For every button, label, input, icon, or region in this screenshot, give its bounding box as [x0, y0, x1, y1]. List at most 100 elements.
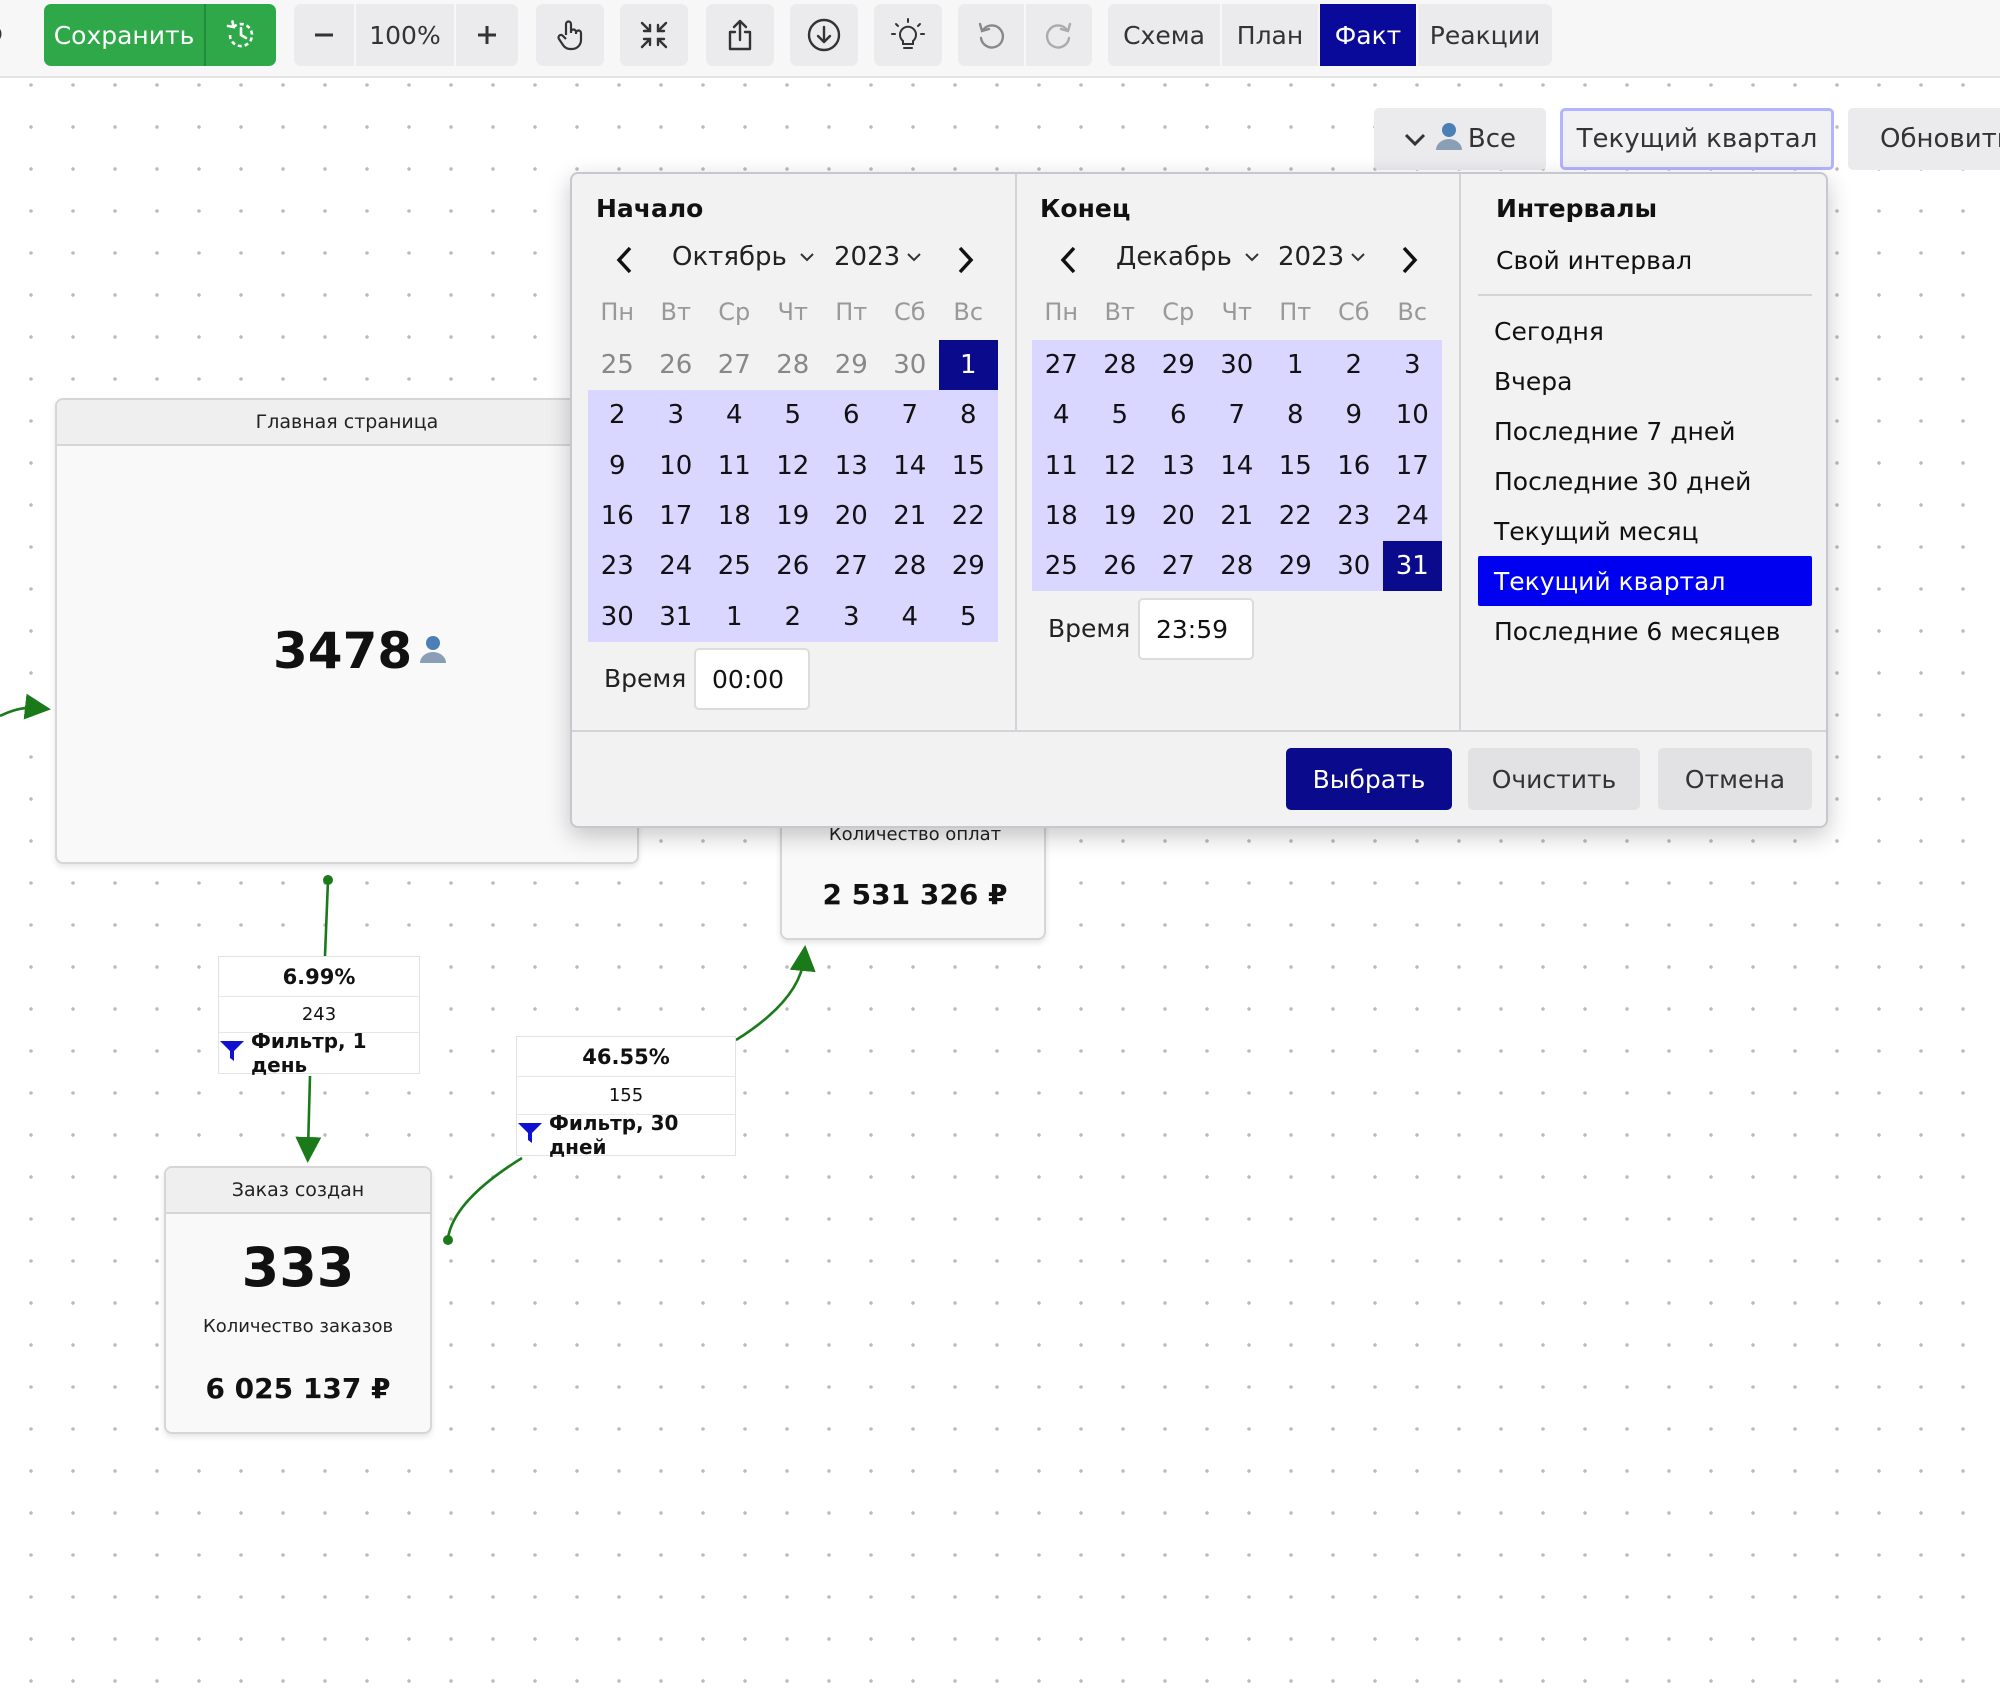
calendar-day[interactable]: 24 [646, 541, 705, 592]
interval-option[interactable]: Последние 6 месяцев [1478, 606, 1812, 656]
interval-option[interactable]: Последние 30 дней [1478, 456, 1812, 506]
calendar-day[interactable]: 12 [763, 440, 822, 491]
calendar-day[interactable]: 15 [939, 440, 998, 491]
end-time-input[interactable]: 23:59 [1138, 598, 1254, 660]
calendar-day[interactable]: 27 [1149, 541, 1208, 592]
calendar-day[interactable]: 26 [647, 340, 706, 390]
calendar-day[interactable]: 4 [1032, 390, 1091, 441]
calendar-day[interactable]: 29 [822, 340, 881, 390]
calendar-day[interactable]: 7 [1207, 390, 1266, 441]
start-month-select[interactable]: Октябрь [672, 242, 815, 272]
calendar-day[interactable]: 27 [1032, 340, 1091, 391]
interval-option[interactable]: Текущий квартал [1478, 556, 1812, 606]
calendar-day[interactable]: 5 [763, 390, 822, 441]
calendar-day[interactable]: 26 [1090, 541, 1149, 592]
calendar-day[interactable]: 16 [1324, 440, 1383, 491]
calendar-day[interactable]: 25 [588, 340, 647, 390]
calendar-day[interactable]: 10 [1383, 390, 1442, 441]
node-order-created[interactable]: Заказ создан 333 Количество заказов 6 02… [164, 1166, 432, 1434]
calendar-day[interactable]: 1 [705, 591, 764, 642]
calendar-day[interactable]: 1 [939, 340, 998, 391]
calendar-day[interactable]: 6 [1149, 390, 1208, 441]
calendar-day[interactable]: 21 [1207, 490, 1266, 542]
calendar-day[interactable]: 21 [880, 490, 939, 542]
calendar-day[interactable]: 24 [1383, 490, 1442, 542]
calendar-day[interactable]: 30 [588, 591, 647, 642]
calendar-day[interactable]: 28 [764, 340, 823, 390]
calendar-day[interactable]: 28 [880, 541, 939, 592]
calendar-day[interactable]: 20 [1149, 490, 1208, 542]
end-year-select[interactable]: 2023 [1278, 242, 1366, 272]
calendar-day[interactable]: 19 [1090, 490, 1149, 542]
calendar-day[interactable]: 8 [1266, 390, 1325, 441]
calendar-day[interactable]: 8 [939, 390, 998, 441]
calendar-day[interactable]: 13 [1149, 440, 1208, 491]
calendar-day[interactable]: 29 [1149, 340, 1208, 391]
calendar-day[interactable]: 28 [1207, 541, 1266, 592]
next-month-icon[interactable] [946, 240, 986, 280]
calendar-day[interactable]: 27 [705, 340, 764, 390]
calendar-day[interactable]: 31 [1383, 541, 1442, 592]
calendar-day[interactable]: 30 [1324, 541, 1383, 592]
apply-button[interactable]: Выбрать [1286, 748, 1452, 810]
calendar-day[interactable]: 13 [822, 440, 881, 491]
calendar-day[interactable]: 7 [880, 390, 939, 441]
calendar-day[interactable]: 30 [881, 340, 940, 390]
calendar-day[interactable]: 5 [1090, 390, 1149, 441]
calendar-day[interactable]: 4 [880, 591, 939, 642]
calendar-day[interactable]: 29 [1266, 541, 1325, 592]
custom-interval-option[interactable]: Свой интервал [1496, 246, 1692, 275]
calendar-day[interactable]: 27 [822, 541, 881, 592]
calendar-day[interactable]: 5 [939, 591, 998, 642]
start-time-input[interactable]: 00:00 [694, 648, 810, 710]
calendar-day[interactable]: 14 [880, 440, 939, 491]
calendar-day[interactable]: 18 [1032, 490, 1091, 542]
edge-metrics-order-to-payment[interactable]: 46.55% 155 Фильтр, 30 дней [516, 1036, 736, 1159]
calendar-day[interactable]: 23 [588, 541, 647, 592]
calendar-day[interactable]: 11 [1032, 440, 1091, 491]
calendar-day[interactable]: 23 [1324, 490, 1383, 542]
prev-month-icon[interactable] [1048, 240, 1088, 280]
calendar-day[interactable]: 16 [588, 490, 647, 542]
clear-button[interactable]: Очистить [1468, 748, 1640, 810]
node-main-page[interactable]: Главная страница 3478 [55, 398, 639, 864]
calendar-day[interactable]: 22 [939, 490, 998, 542]
calendar-day[interactable]: 1 [1266, 340, 1325, 391]
calendar-day[interactable]: 20 [822, 490, 881, 542]
edge-metrics-main-to-order[interactable]: 6.99% 243 Фильтр, 1 день [218, 956, 420, 1077]
calendar-day[interactable]: 6 [822, 390, 881, 441]
interval-option[interactable]: Сегодня [1478, 306, 1812, 356]
cancel-button[interactable]: Отмена [1658, 748, 1812, 810]
calendar-day[interactable]: 9 [1324, 390, 1383, 441]
calendar-day[interactable]: 10 [646, 440, 705, 491]
calendar-day[interactable]: 12 [1090, 440, 1149, 491]
calendar-day[interactable]: 3 [646, 390, 705, 441]
interval-option[interactable]: Текущий месяц [1478, 506, 1812, 556]
calendar-day[interactable]: 2 [763, 591, 822, 642]
calendar-day[interactable]: 26 [763, 541, 822, 592]
prev-month-icon[interactable] [604, 240, 644, 280]
calendar-day[interactable]: 14 [1207, 440, 1266, 491]
calendar-day[interactable]: 2 [1324, 340, 1383, 391]
end-month-select[interactable]: Декабрь [1116, 242, 1260, 272]
interval-option[interactable]: Последние 7 дней [1478, 406, 1812, 456]
calendar-day[interactable]: 9 [588, 440, 647, 491]
calendar-day[interactable]: 15 [1266, 440, 1325, 491]
calendar-day[interactable]: 25 [1032, 541, 1091, 592]
next-month-icon[interactable] [1390, 240, 1430, 280]
calendar-day[interactable]: 3 [822, 591, 881, 642]
start-year-select[interactable]: 2023 [834, 242, 922, 272]
calendar-day[interactable]: 2 [588, 390, 647, 441]
calendar-day[interactable]: 17 [1383, 440, 1442, 491]
calendar-day[interactable]: 4 [705, 390, 764, 441]
calendar-day[interactable]: 31 [646, 591, 705, 642]
calendar-day[interactable]: 3 [1383, 340, 1442, 391]
calendar-day[interactable]: 30 [1207, 340, 1266, 391]
calendar-day[interactable]: 18 [705, 490, 764, 542]
calendar-day[interactable]: 11 [705, 440, 764, 491]
calendar-day[interactable]: 29 [939, 541, 998, 592]
calendar-day[interactable]: 25 [705, 541, 764, 592]
interval-option[interactable]: Вчера [1478, 356, 1812, 406]
calendar-day[interactable]: 28 [1090, 340, 1149, 391]
calendar-day[interactable]: 17 [646, 490, 705, 542]
